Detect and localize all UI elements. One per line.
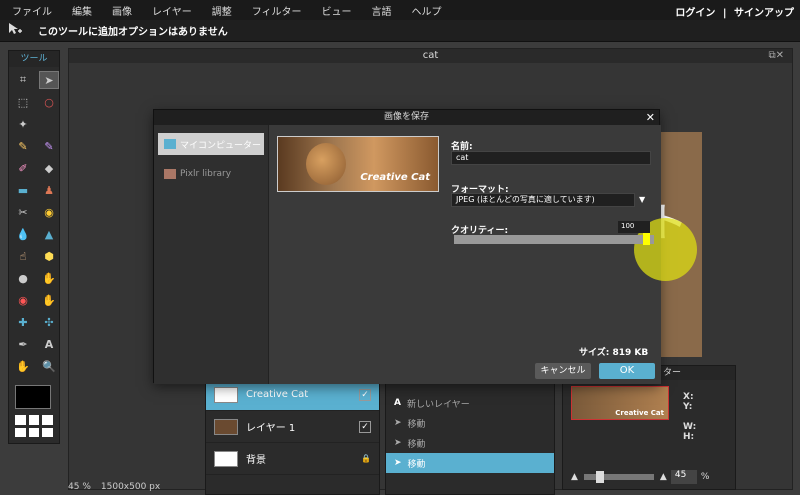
empty-slot <box>39 115 59 133</box>
toolbox-title: ツール <box>9 51 59 67</box>
menu-help[interactable]: ヘルプ <box>412 3 442 18</box>
source-pixlr-library[interactable]: Pixlr library <box>158 163 264 185</box>
crop-icon[interactable]: ⌗ <box>13 71 33 89</box>
layer-thumbnail <box>214 386 238 403</box>
burn-icon[interactable]: ✋ <box>39 269 59 287</box>
maximize-icon[interactable]: ⧉✕ <box>768 50 784 61</box>
blur-icon[interactable]: 💧 <box>13 225 33 243</box>
color-replace-icon[interactable]: ✂ <box>13 203 33 221</box>
menu-layer[interactable]: レイヤー <box>152 3 192 18</box>
quality-input[interactable]: 100 <box>618 221 650 233</box>
menu-language[interactable]: 言語 <box>372 3 392 18</box>
dodge-icon[interactable]: ● <box>13 269 33 287</box>
pinch-icon[interactable]: ✣ <box>39 313 59 331</box>
zoom-slider[interactable] <box>583 471 654 483</box>
smudge-icon[interactable]: ☝ <box>13 247 33 265</box>
pencil-icon[interactable]: ✎ <box>13 137 33 155</box>
slider-handle[interactable] <box>643 233 650 245</box>
status-bar: 45 % 1500x500 px <box>68 480 208 494</box>
layer-visibility-checkbox[interactable]: ✓ <box>359 388 371 401</box>
lasso-icon[interactable]: ○ <box>39 93 59 111</box>
menu-adjust[interactable]: 調整 <box>212 3 232 18</box>
save-image-dialog: 画像を保存 ✕ マイコンピューター Pixlr library Creative… <box>153 109 697 384</box>
history-item[interactable]: ➤ 移動 <box>386 453 554 473</box>
bloat-icon[interactable]: ✚ <box>13 313 33 331</box>
hand-icon[interactable]: ✋ <box>13 357 33 375</box>
grid-icon[interactable] <box>15 415 53 437</box>
history-panel: A 新しいレイヤー ➤ 移動 ➤ 移動 ➤ 移動 <box>385 378 555 495</box>
menu-filter[interactable]: フィルター <box>252 3 302 18</box>
marquee-icon[interactable]: ⬚ <box>13 93 33 111</box>
wand-icon[interactable]: ✦ <box>13 115 33 133</box>
menu-file[interactable]: ファイル <box>12 3 52 18</box>
dialog-title: 画像を保存 <box>154 110 659 125</box>
image-size: 1500x500 px <box>100 482 161 492</box>
login-link[interactable]: ログイン <box>675 8 715 19</box>
text-icon[interactable]: A <box>39 335 59 353</box>
document-title: cat <box>69 49 792 63</box>
menu-edit[interactable]: 編集 <box>72 3 92 18</box>
gradient-icon[interactable]: ▬ <box>13 181 33 199</box>
bucket-icon[interactable]: ◆ <box>39 159 59 177</box>
move-history-icon: ➤ <box>394 438 402 448</box>
zoom-in-icon[interactable]: ▲ <box>660 472 667 482</box>
sharpen-icon[interactable]: ▲ <box>39 225 59 243</box>
navigator-info: X: Y: W: H: <box>683 392 697 442</box>
zoom-out-icon[interactable]: ▲ <box>571 472 578 482</box>
auth-links: ログイン | サインアップ <box>675 4 794 19</box>
options-bar: このツールに追加オプションはありません <box>0 20 800 42</box>
cancel-button[interactable]: キャンセル <box>535 363 591 379</box>
move-history-icon: ➤ <box>394 418 402 428</box>
options-message: このツールに追加オプションはありません <box>38 27 228 38</box>
text-history-icon: A <box>394 398 401 408</box>
history-item[interactable]: A 新しいレイヤー <box>386 393 554 413</box>
spot-heal-icon[interactable]: ✋ <box>39 291 59 309</box>
source-my-computer[interactable]: マイコンピューター <box>158 133 264 155</box>
stamp-icon[interactable]: ♟ <box>39 181 59 199</box>
color-swatch[interactable] <box>15 385 51 409</box>
quality-slider[interactable] <box>454 233 654 245</box>
close-icon[interactable]: ✕ <box>646 111 655 124</box>
layer-item[interactable]: 背景 🔒 <box>206 443 379 475</box>
ok-button[interactable]: OK <box>599 363 655 379</box>
eraser-icon[interactable]: ✐ <box>13 159 33 177</box>
menu-image[interactable]: 画像 <box>112 3 132 18</box>
history-item[interactable]: ➤ 移動 <box>386 433 554 453</box>
file-size: サイズ: 819 KB <box>579 348 649 358</box>
brush-icon[interactable]: ✎ <box>39 137 59 155</box>
toolbox: ツール ⌗ ➤ ⬚ ○ ✦ ✎ ✎ ✐ ◆ ▬ ♟ ✂ ◉ 💧 ▲ ☝ ⬢ ● … <box>8 50 60 444</box>
layer-thumbnail <box>214 450 238 467</box>
sponge-icon[interactable]: ⬢ <box>39 247 59 265</box>
zoom-level[interactable]: 45 % <box>68 482 91 492</box>
image-preview: Creative Cat <box>277 136 439 192</box>
layer-thumbnail <box>214 418 238 435</box>
move-tool-icon <box>8 22 26 39</box>
cat-image <box>306 143 346 185</box>
drawing-icon[interactable]: ◉ <box>39 203 59 221</box>
computer-icon <box>164 139 176 149</box>
zoom-icon[interactable]: 🔍 <box>39 357 59 375</box>
menu-view[interactable]: ビュー <box>322 3 352 18</box>
redeye-icon[interactable]: ◉ <box>13 291 33 309</box>
auth-separator: | <box>722 8 727 19</box>
save-source-list: マイコンピューター Pixlr library <box>154 125 268 384</box>
save-options: Creative Cat 名前: cat フォーマット: JPEG (ほとんどの… <box>268 125 697 384</box>
layers-panel: Creative Cat ✓ レイヤー 1 ✓ 背景 🔒 <box>205 378 380 495</box>
name-input[interactable]: cat <box>451 151 651 165</box>
layer-visibility-checkbox[interactable]: ✓ <box>359 420 371 433</box>
menubar: ファイル 編集 画像 レイヤー 調整 フィルター ビュー 言語 ヘルプ ログイン… <box>0 0 800 20</box>
format-select[interactable]: JPEG (ほとんどの写真に適しています) <box>451 193 635 207</box>
signup-link[interactable]: サインアップ <box>734 8 794 19</box>
chevron-down-icon[interactable]: ▼ <box>639 195 645 204</box>
lock-icon: 🔒 <box>361 454 371 463</box>
layer-item[interactable]: レイヤー 1 ✓ <box>206 411 379 443</box>
library-icon <box>164 169 176 179</box>
move-icon[interactable]: ➤ <box>39 71 59 89</box>
move-history-icon: ➤ <box>394 458 402 468</box>
zoom-input[interactable]: 45 <box>670 470 697 484</box>
history-item[interactable]: ➤ 移動 <box>386 413 554 433</box>
navigator-zoom: ▲ ▲ 45 % <box>571 470 710 484</box>
navigator-thumbnail[interactable]: Creative Cat <box>571 386 669 420</box>
picker-icon[interactable]: ✒ <box>13 335 33 353</box>
